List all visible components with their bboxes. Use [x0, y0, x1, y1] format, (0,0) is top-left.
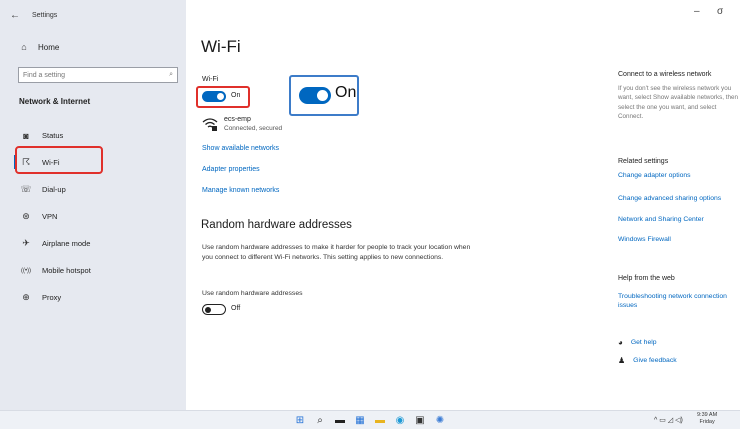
store-icon[interactable]: ▣ [413, 413, 427, 427]
get-help-link[interactable]: ◕ Get help [618, 338, 657, 347]
network-text: ecs-emp Connected, secured [224, 116, 282, 132]
wifi-secured-icon [202, 116, 218, 132]
connect-description: If you don't see the wireless network yo… [618, 85, 739, 120]
get-help-label: Get help [630, 339, 657, 346]
get-help-icon: ◕ [618, 338, 623, 347]
change-adapter-options-link[interactable]: Change adapter options [618, 172, 691, 179]
random-hw-toggle-label: Use random hardware addresses [202, 290, 303, 297]
sidebar-item-status[interactable]: ◙ Status [0, 122, 186, 149]
change-advanced-sharing-link[interactable]: Change advanced sharing options [618, 195, 721, 202]
sidebar: ← Settings ⌂ Home Find a setting ⌕ Netwo… [0, 0, 186, 410]
settings-window: ← Settings ⌂ Home Find a setting ⌕ Netwo… [0, 0, 740, 410]
edge-icon[interactable]: ◉ [393, 413, 407, 427]
zoomed-toggle-label: On [335, 84, 357, 101]
sidebar-item-mobile-hotspot[interactable]: ((•)) Mobile hotspot [0, 257, 186, 284]
sidebar-item-label: Mobile hotspot [42, 266, 91, 275]
section-title: Network & Internet [19, 97, 91, 106]
help-title: Help from the web [618, 275, 675, 282]
random-hw-toggle[interactable] [202, 304, 226, 315]
page-title: Wi-Fi [201, 37, 241, 56]
give-feedback-link[interactable]: ♟ Give feedback [618, 356, 677, 365]
file-explorer-icon[interactable]: ▬ [373, 413, 387, 427]
manage-known-networks-link[interactable]: Manage known networks [202, 187, 279, 194]
sidebar-item-label: Proxy [42, 293, 62, 302]
search-icon: ⌕ [169, 71, 173, 78]
random-hw-toggle-state: Off [231, 305, 241, 312]
hotspot-icon: ((•)) [20, 267, 32, 274]
home-nav-item[interactable]: ⌂ Home [18, 42, 59, 52]
troubleshoot-link[interactable]: Troubleshooting network connection issue… [618, 292, 740, 311]
widgets-icon[interactable]: ▦ [353, 413, 367, 427]
main-content: Wi-Fi Wi-Fi On On ecs-emp Connected, sec… [196, 0, 600, 410]
adapter-properties-link[interactable]: Adapter properties [202, 166, 260, 173]
network-name: ecs-emp [224, 116, 251, 123]
home-label: Home [38, 42, 60, 52]
status-icon: ◙ [23, 130, 29, 141]
wifi-toggle-state: On [231, 92, 241, 99]
settings-icon[interactable]: ✺ [433, 413, 447, 427]
sidebar-item-label: Status [42, 131, 64, 140]
random-hw-heading: Random hardware addresses [201, 219, 352, 231]
windows-start-icon[interactable]: ⊞ [293, 413, 307, 427]
current-network[interactable]: ecs-emp Connected, secured [202, 116, 282, 132]
taskbar: ⊞ ⌕ ▬ ▦ ▬ ◉ ▣ ✺ ^ ▭ ◿ ◁) 9:39 AM Friday [0, 410, 740, 429]
random-hw-description: Use random hardware addresses to make it… [202, 244, 471, 261]
airplane-icon: ✈ [22, 238, 30, 248]
task-view-icon[interactable]: ▬ [333, 413, 347, 427]
search-placeholder: Find a setting [23, 71, 66, 79]
give-feedback-label: Give feedback [633, 357, 677, 364]
search-icon[interactable]: ⌕ [313, 413, 327, 427]
dialup-icon: ☏ [20, 184, 32, 194]
zoom-callout: On [289, 75, 359, 116]
sidebar-item-label: VPN [42, 212, 58, 221]
wifi-toggle-label: Wi-Fi [202, 76, 219, 83]
toggle-knob [205, 306, 211, 313]
connect-title: Connect to a wireless network [618, 71, 712, 78]
sidebar-item-airplane-mode[interactable]: ✈ Airplane mode [0, 230, 186, 257]
proxy-icon: ⊕ [22, 292, 30, 302]
sidebar-item-proxy[interactable]: ⊕ Proxy [0, 284, 186, 311]
clock-day: Friday [699, 418, 715, 425]
vpn-icon: ⊛ [22, 211, 30, 221]
zoomed-toggle [299, 87, 331, 104]
title-bar: ← Settings [10, 10, 57, 21]
toggle-knob [217, 93, 224, 100]
windows-firewall-link[interactable]: Windows Firewall [618, 236, 671, 243]
sidebar-item-label: Dial-up [42, 185, 66, 194]
network-sharing-center-link[interactable]: Network and Sharing Center [618, 216, 704, 223]
wifi-highlight-annotation [15, 146, 103, 174]
sidebar-item-label: Airplane mode [42, 239, 91, 248]
search-input[interactable]: Find a setting ⌕ [18, 67, 178, 83]
wifi-toggle[interactable] [202, 91, 226, 102]
right-panel: Connect to a wireless network If you don… [618, 0, 740, 410]
clock[interactable]: 9:39 AM Friday [697, 412, 717, 425]
toggle-knob [317, 90, 328, 101]
show-available-networks-link[interactable]: Show available networks [202, 145, 279, 152]
sidebar-item-vpn[interactable]: ⊛ VPN [0, 203, 186, 230]
taskbar-icons: ⊞ ⌕ ▬ ▦ ▬ ◉ ▣ ✺ [293, 413, 447, 427]
clock-time: 9:39 AM [697, 412, 718, 418]
window-title: Settings [32, 12, 58, 19]
related-settings-title: Related settings [618, 158, 669, 165]
sidebar-item-dialup[interactable]: ☏ Dial-up [0, 176, 186, 203]
feedback-icon: ♟ [618, 356, 626, 365]
network-status: Connected, secured [224, 125, 283, 132]
home-icon: ⌂ [21, 42, 27, 52]
system-tray[interactable]: ^ ▭ ◿ ◁) [654, 416, 683, 424]
back-arrow-icon[interactable]: ← [10, 10, 20, 21]
